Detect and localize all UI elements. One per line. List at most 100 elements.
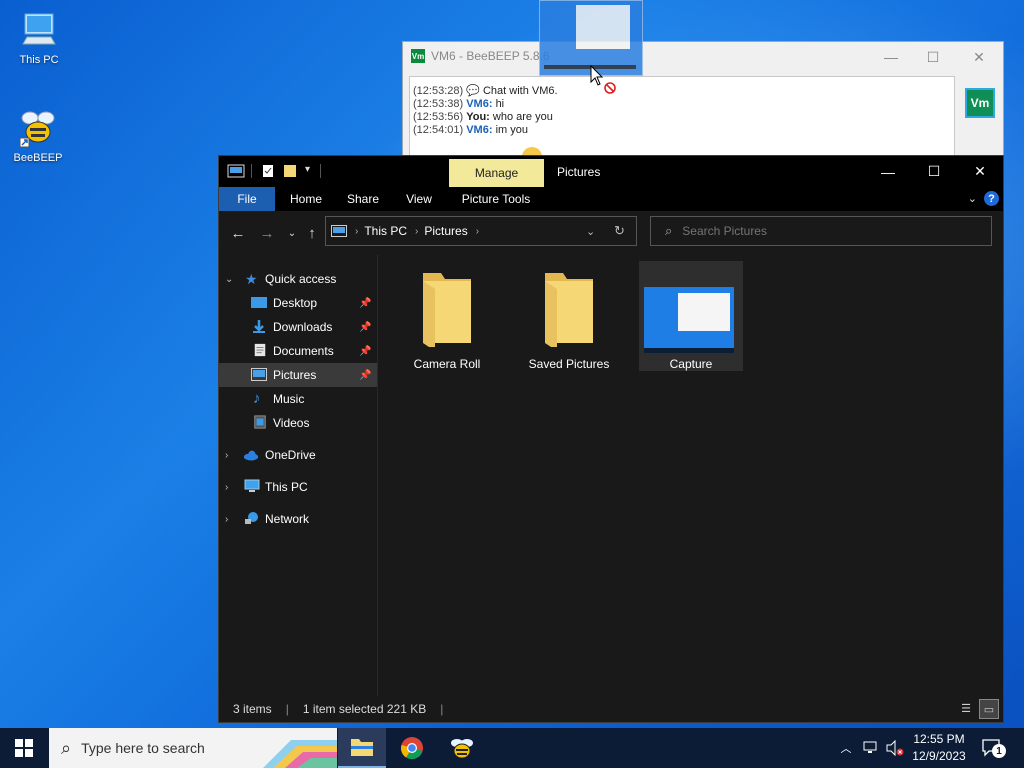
- breadcrumb-separator-icon: ›: [475, 225, 480, 237]
- forward-button[interactable]: →: [257, 223, 277, 243]
- beebeep-title: VM6 - BeeBEEP 5.8.6: [431, 49, 550, 63]
- pictures-location-icon: [331, 225, 347, 237]
- arrow-right-icon: →: [259, 224, 275, 242]
- desktop-icon-label: This PC: [19, 54, 59, 66]
- tab-file[interactable]: File: [219, 187, 275, 211]
- properties-icon[interactable]: [261, 164, 275, 178]
- folder-icon: [545, 273, 593, 347]
- search-icon: ⌕: [61, 737, 72, 758]
- address-bar[interactable]: › This PC › Pictures › ⌄ ↻: [325, 216, 637, 246]
- status-separator: |: [440, 702, 444, 716]
- close-button[interactable]: ✕: [957, 156, 1003, 187]
- nav-quick-access[interactable]: ⌄ ★ Quick access: [219, 267, 377, 291]
- navigation-bar: ← → ⌄ ↑ › This PC › Pictures › ⌄ ↻ ⌕: [219, 211, 1003, 255]
- action-center-button[interactable]: 1: [978, 728, 1008, 768]
- maximize-button[interactable]: ☐: [913, 46, 953, 68]
- download-icon: [253, 320, 265, 333]
- start-button[interactable]: [0, 728, 48, 768]
- minimize-button[interactable]: —: [871, 46, 911, 68]
- show-hidden-icons-button[interactable]: ︿: [836, 728, 856, 768]
- document-icon: [254, 343, 266, 357]
- file-item-capture[interactable]: Capture: [639, 261, 743, 371]
- customize-quick-access-icon[interactable]: ▾: [305, 164, 310, 175]
- refresh-icon[interactable]: ↻: [614, 223, 625, 239]
- network-icon: [863, 741, 877, 753]
- taskbar-beebeep[interactable]: [438, 728, 486, 768]
- nav-this-pc[interactable]: › This PC: [219, 475, 377, 499]
- chat-message: (12:53:28) 💬 Chat with VM6.: [413, 85, 558, 97]
- computer-icon: [244, 479, 260, 492]
- search-box[interactable]: ⌕: [650, 216, 992, 246]
- up-button[interactable]: ↑: [302, 223, 322, 243]
- minimize-icon: —: [881, 163, 895, 180]
- music-note-icon: ♪: [253, 390, 261, 407]
- recent-locations-button[interactable]: ⌄: [282, 223, 302, 243]
- nav-network[interactable]: › Network: [219, 507, 377, 531]
- address-dropdown-icon[interactable]: ⌄: [586, 225, 595, 238]
- folder-item-saved-pictures[interactable]: Saved Pictures: [517, 261, 621, 371]
- file-explorer-window[interactable]: ▾ Manage Pictures — ☐ ✕ File Home Share …: [218, 155, 1004, 723]
- maximize-button[interactable]: ☐: [911, 156, 957, 187]
- desktop-icon-label: BeeBEEP: [13, 152, 63, 164]
- desktop-icon-this-pc[interactable]: This PC: [7, 10, 71, 66]
- computer-icon: [19, 10, 59, 50]
- system-clock[interactable]: 12:55 PM 12/9/2023: [908, 731, 970, 765]
- chat-log[interactable]: (12:53:28) 💬 Chat with VM6. (12:53:38) V…: [409, 76, 955, 167]
- search-input[interactable]: [680, 223, 965, 239]
- user-avatar[interactable]: Vm: [965, 88, 995, 118]
- new-folder-icon[interactable]: [283, 164, 297, 178]
- drag-preview-window: [576, 5, 630, 49]
- notification-badge: 1: [992, 744, 1006, 758]
- beebeep-window[interactable]: Vm VM6 - BeeBEEP 5.8.6 — ☐ ✕ (12:53:28) …: [402, 41, 1004, 168]
- windows-logo-icon: [15, 739, 33, 757]
- file-list[interactable]: Camera Roll Saved Pictures Capture: [378, 255, 1003, 696]
- nav-onedrive[interactable]: › OneDrive: [219, 443, 377, 467]
- breadcrumb-pictures[interactable]: Pictures: [424, 224, 467, 238]
- thumbnail-window: [678, 293, 730, 331]
- tab-share[interactable]: Share: [339, 187, 387, 211]
- folder-item-camera-roll[interactable]: Camera Roll: [395, 261, 499, 371]
- pictures-window-icon: [227, 164, 245, 178]
- tab-manage[interactable]: Manage: [449, 159, 544, 187]
- clock-date: 12/9/2023: [912, 749, 966, 763]
- taskbar-chrome[interactable]: [388, 728, 436, 768]
- close-icon: ✕: [974, 163, 986, 179]
- pictures-icon: [251, 368, 267, 381]
- volume-tray-button[interactable]: [884, 728, 906, 768]
- nav-desktop[interactable]: Desktop 📌: [219, 291, 377, 315]
- back-button[interactable]: ←: [228, 223, 248, 243]
- image-thumbnail: [644, 287, 734, 353]
- taskbar-file-explorer[interactable]: [338, 728, 386, 768]
- breadcrumb-this-pc[interactable]: This PC: [364, 224, 407, 238]
- nav-music[interactable]: ♪ Music: [219, 387, 377, 411]
- help-icon[interactable]: ?: [984, 191, 999, 206]
- nav-documents[interactable]: Documents 📌: [219, 339, 377, 363]
- item-label: Capture: [669, 357, 713, 371]
- details-view-button[interactable]: ☰: [957, 699, 975, 717]
- expand-ribbon-icon[interactable]: ⌄: [968, 192, 977, 205]
- arrow-up-icon: ↑: [308, 224, 316, 242]
- explorer-titlebar[interactable]: ▾ Manage Pictures — ☐ ✕: [219, 156, 1003, 187]
- tab-picture-tools[interactable]: Picture Tools: [451, 187, 541, 211]
- desktop-icon-beebeep[interactable]: BeeBEEP: [6, 108, 70, 164]
- close-button[interactable]: ✕: [959, 46, 999, 68]
- tab-home[interactable]: Home: [281, 187, 331, 211]
- network-tray-button[interactable]: [860, 728, 882, 768]
- item-label: Saved Pictures: [528, 357, 610, 371]
- thumbnail-taskbar: [644, 348, 734, 353]
- tab-view[interactable]: View: [395, 187, 443, 211]
- pin-icon: 📌: [359, 297, 372, 309]
- minimize-button[interactable]: —: [865, 156, 911, 187]
- minimize-icon: —: [884, 49, 898, 65]
- maximize-icon: ☐: [926, 48, 940, 65]
- chevron-right-icon: ›: [225, 481, 229, 493]
- nav-downloads[interactable]: Downloads 📌: [219, 315, 377, 339]
- chat-bubble-icon: 💬: [466, 85, 480, 97]
- large-icons-view-button[interactable]: ▭: [979, 699, 999, 719]
- taskbar-search-box[interactable]: ⌕ Type here to search: [49, 728, 337, 768]
- nav-pictures[interactable]: Pictures 📌: [219, 363, 377, 387]
- folder-icon: [423, 273, 471, 347]
- nav-videos[interactable]: Videos: [219, 411, 377, 435]
- item-label: Camera Roll: [413, 357, 481, 371]
- pin-icon: 📌: [359, 369, 372, 381]
